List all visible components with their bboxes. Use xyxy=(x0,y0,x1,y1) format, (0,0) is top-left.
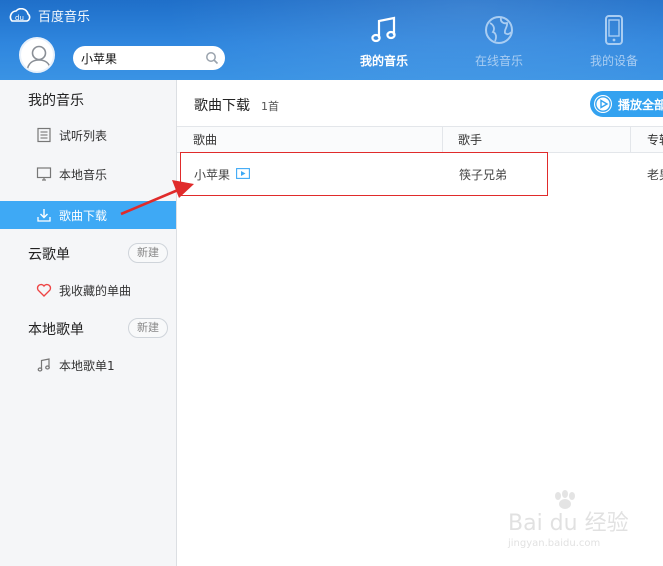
sidebar-item-listen-list[interactable]: 试听列表 xyxy=(0,121,176,149)
download-icon xyxy=(37,209,51,222)
header-bar: du 百度音乐 我的音乐 在线音乐 xyxy=(0,0,663,80)
sidebar-section-my-music: 我的音乐 xyxy=(28,93,84,109)
sidebar-item-label: 歌曲下载 xyxy=(59,208,108,223)
watermark-logo-text: Bai du 经验 xyxy=(508,511,629,536)
svg-text:du: du xyxy=(15,14,24,22)
song-count: 1首 xyxy=(261,100,279,113)
sidebar-section-local-playlist: 本地歌单 xyxy=(28,322,84,338)
list-icon xyxy=(37,127,51,143)
content-toolbar: 歌曲下载 1首 播放全部 xyxy=(177,80,663,126)
nav-my-music[interactable]: 我的音乐 xyxy=(339,0,429,80)
column-header-artist[interactable]: 歌手 xyxy=(443,127,631,153)
app-brand: du 百度音乐 xyxy=(8,6,90,25)
search-box[interactable] xyxy=(73,46,225,70)
user-silhouette-icon xyxy=(26,45,52,71)
baidu-music-logo-icon: du xyxy=(9,7,31,22)
column-header-album[interactable]: 专辑 xyxy=(631,127,663,153)
highlight-box-annotation xyxy=(180,152,548,196)
search-input[interactable] xyxy=(81,51,199,65)
monitor-icon xyxy=(36,167,52,181)
new-cloud-playlist-button[interactable]: 新建 xyxy=(128,243,168,263)
song-album[interactable]: 老男孩 xyxy=(647,166,663,183)
play-all-button[interactable]: 播放全部 xyxy=(590,91,663,117)
nav-label: 在线音乐 xyxy=(474,54,523,68)
new-local-playlist-button[interactable]: 新建 xyxy=(128,318,168,338)
table-header: 歌曲 歌手 专辑 xyxy=(177,126,663,153)
nav-my-devices[interactable]: 我的设备 xyxy=(569,0,659,80)
search-icon[interactable] xyxy=(205,51,219,65)
phone-device-icon xyxy=(605,15,623,45)
sidebar-item-favorite-songs[interactable]: 我收藏的单曲 xyxy=(0,276,176,304)
play-circle-icon xyxy=(594,95,612,113)
heart-icon xyxy=(36,283,52,297)
music-note-icon xyxy=(371,16,396,43)
sidebar-item-local-playlist-1[interactable]: 本地歌单1 xyxy=(0,351,176,379)
sidebar-item-label: 本地歌单1 xyxy=(59,358,115,373)
baidu-jingyan-watermark-icon: Bai du 经验 jingyan.baidu.com xyxy=(507,490,629,549)
nav-label: 我的设备 xyxy=(589,54,638,68)
app-name: 百度音乐 xyxy=(38,10,91,25)
nav-online-music[interactable]: 在线音乐 xyxy=(454,0,544,80)
watermark-url: jingyan.baidu.com xyxy=(507,538,600,549)
sidebar: 我的音乐 试听列表 本地音乐 歌曲下载 云歌单 新建 我收藏的单曲 本地歌单 新… xyxy=(0,80,177,566)
sidebar-item-label: 本地音乐 xyxy=(59,167,108,182)
sidebar-item-local-music[interactable]: 本地音乐 xyxy=(0,160,176,188)
globe-icon xyxy=(485,16,513,44)
sidebar-item-song-download[interactable]: 歌曲下载 xyxy=(0,201,176,229)
user-avatar[interactable] xyxy=(19,37,55,73)
sidebar-item-label: 我收藏的单曲 xyxy=(59,283,132,298)
sidebar-item-label: 试听列表 xyxy=(59,128,108,143)
sidebar-section-cloud-playlist: 云歌单 xyxy=(28,247,70,263)
play-all-label: 播放全部 xyxy=(618,97,663,112)
page-title: 歌曲下载 xyxy=(194,98,250,114)
nav-label: 我的音乐 xyxy=(359,54,408,68)
column-header-song[interactable]: 歌曲 xyxy=(177,127,443,153)
music-note-icon xyxy=(37,358,50,372)
